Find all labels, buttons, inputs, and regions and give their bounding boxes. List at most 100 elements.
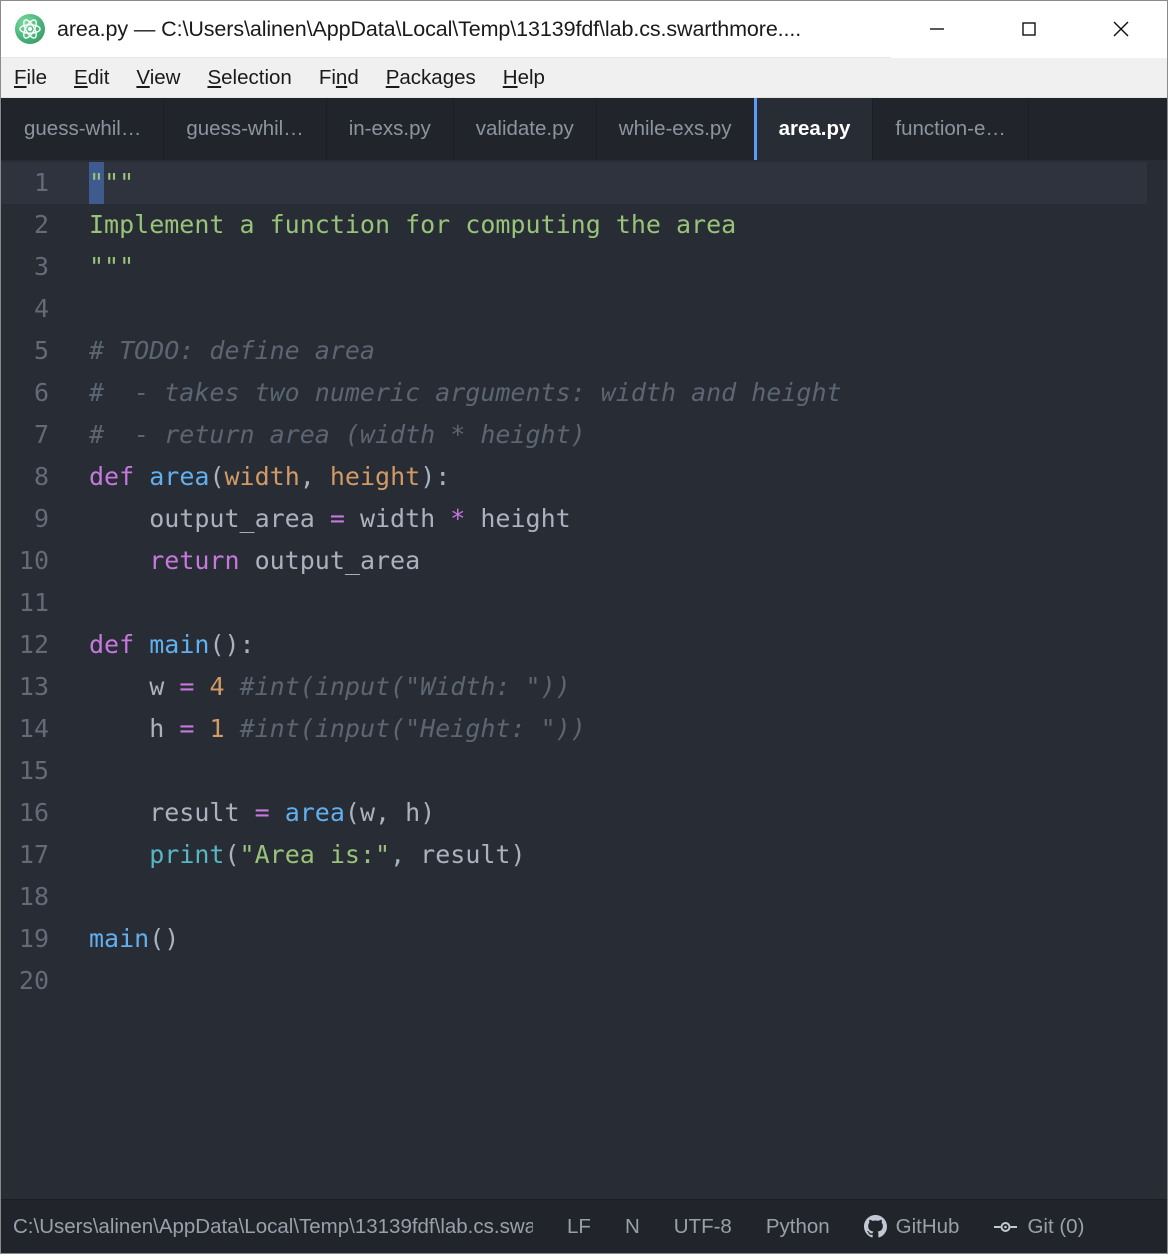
code-token: (w, h) [344, 798, 436, 827]
code-token: def [89, 462, 150, 491]
line-number: 13 [18, 672, 49, 701]
code-line-content[interactable]: # - takes two numeric arguments: width a… [65, 372, 1167, 414]
menu-item-edit[interactable]: Edit [74, 64, 122, 92]
code-token: = [329, 504, 345, 533]
editor-tab[interactable]: guess-whil… [1, 98, 165, 160]
code-line-content[interactable]: output_area = width * height [65, 498, 1167, 540]
code-token: result [89, 798, 255, 827]
editor-tab-active[interactable]: area.py [753, 98, 874, 160]
code-token: 4 [209, 672, 225, 701]
code-token: , result) [390, 840, 526, 869]
code-line-content[interactable]: def main(): [65, 624, 1167, 666]
code-line-content[interactable]: # TODO: define area [65, 330, 1167, 372]
maximize-button[interactable] [983, 0, 1075, 58]
editor-tab[interactable]: validate.py [453, 98, 597, 160]
code-line[interactable]: 9 output_area = width * height [1, 498, 1167, 540]
editor-tab-label: in-exs.py [348, 117, 431, 140]
close-button[interactable] [1075, 0, 1167, 58]
code-token: "" [104, 168, 135, 197]
status-indent[interactable]: N [625, 1215, 640, 1239]
code-line[interactable]: 6 # - takes two numeric arguments: width … [1, 372, 1167, 414]
code-line-content[interactable]: return output_area [65, 540, 1167, 582]
code-token: main [149, 630, 210, 659]
code-token: # TODO: define area [89, 336, 375, 365]
code-line[interactable]: 10 return output_area [1, 540, 1167, 582]
editor-tab-label: validate.py [475, 117, 574, 140]
code-token: # - takes two numeric arguments: width a… [89, 378, 842, 407]
menu-item-packages[interactable]: Packages [386, 64, 489, 92]
code-line-content[interactable]: Implement a function for computing the a… [65, 204, 1167, 246]
code-token: = [179, 714, 195, 743]
code-line[interactable]: 4 [1, 288, 1167, 330]
minimize-button[interactable] [891, 0, 983, 58]
line-number: 10 [18, 546, 49, 575]
code-lines[interactable]: 1 """ 2 Implement a function for computing … [1, 160, 1167, 1199]
menu-item-view[interactable]: View [136, 64, 193, 92]
status-grammar[interactable]: Python [766, 1215, 830, 1239]
code-line[interactable]: 12 def main(): [1, 624, 1167, 666]
code-token: * [450, 504, 466, 533]
code-token: , [299, 462, 330, 491]
status-git[interactable]: Git (0) [993, 1215, 1084, 1239]
code-line[interactable]: 11 [1, 582, 1167, 624]
code-token: width [224, 462, 300, 491]
code-line[interactable]: 16 result = area(w, h) [1, 792, 1167, 834]
editor-tab[interactable]: in-exs.py [326, 98, 454, 160]
editor-tab-label: guess-whil… [186, 117, 304, 140]
code-line-content[interactable]: """ [65, 162, 1167, 204]
menu-bar: File Edit View Selection Find Packages Help [1, 58, 1167, 98]
code-line-content[interactable]: def area(width, height): [65, 456, 1167, 498]
menu-item-help[interactable]: Help [503, 64, 558, 92]
code-editor[interactable]: 1 """ 2 Implement a function for computing … [1, 160, 1167, 1199]
editor-tab[interactable]: while-exs.py [596, 98, 755, 160]
code-token: print [149, 840, 225, 869]
code-line[interactable]: 15 [1, 750, 1167, 792]
code-line[interactable]: 13 w = 4 #int(input("Width: ")) [1, 666, 1167, 708]
status-github[interactable]: GitHub [863, 1215, 959, 1239]
status-file-path[interactable]: C:\Users\alinen\AppData\Local\Temp\13139… [13, 1215, 533, 1239]
code-line-content[interactable]: print("Area is:", result) [65, 834, 1167, 876]
line-number: 15 [18, 756, 49, 785]
code-token: def [89, 630, 150, 659]
code-token: w [89, 672, 180, 701]
line-number: 7 [33, 420, 49, 449]
status-git-label: Git (0) [1027, 1214, 1085, 1238]
code-line-content[interactable]: # - return area (width * height) [65, 414, 1167, 456]
code-line[interactable]: 2 Implement a function for computing the … [1, 204, 1167, 246]
code-token: = [254, 798, 270, 827]
line-number: 12 [18, 630, 49, 659]
code-line[interactable]: 14 h = 1 #int(input("Height: ")) [1, 708, 1167, 750]
code-line-content[interactable]: main() [65, 918, 1167, 960]
line-number: 17 [18, 840, 49, 869]
code-token: #int(input("Height: ")) [239, 714, 586, 743]
code-line[interactable]: 19 main() [1, 918, 1167, 960]
code-line[interactable]: 3 """ [1, 246, 1167, 288]
code-line[interactable]: 7 # - return area (width * height) [1, 414, 1167, 456]
code-line-content[interactable]: h = 1 #int(input("Height: ")) [65, 708, 1167, 750]
code-line[interactable]: 17 print("Area is:", result) [1, 834, 1167, 876]
code-line[interactable]: 8 def area(width, height): [1, 456, 1167, 498]
code-line[interactable]: 18 [1, 876, 1167, 918]
line-number: 20 [18, 966, 49, 995]
window-title: area.py — C:\Users\alinen\AppData\Local\… [57, 16, 802, 41]
editor-tab[interactable]: guess-whil… [164, 98, 327, 160]
code-line[interactable]: 5 # TODO: define area [1, 330, 1167, 372]
code-line-content[interactable]: result = area(w, h) [65, 792, 1167, 834]
code-token: = [179, 672, 195, 701]
editor-tab-label: guess-whil… [24, 117, 142, 140]
code-token: height [465, 504, 571, 533]
editor-tab-label: while-exs.py [618, 117, 732, 140]
editor-tab[interactable]: function-e… [873, 98, 1029, 160]
code-line[interactable]: 20 [1, 960, 1167, 1002]
code-line[interactable]: 1 """ [1, 162, 1167, 204]
menu-item-selection[interactable]: Selection [207, 64, 304, 92]
code-line-content[interactable]: w = 4 #int(input("Width: ")) [65, 666, 1167, 708]
menu-item-file[interactable]: File [14, 64, 60, 92]
line-number: 1 [33, 168, 49, 197]
code-line-content[interactable]: """ [65, 246, 1167, 288]
status-encoding[interactable]: UTF-8 [674, 1215, 732, 1239]
status-line-ending[interactable]: LF [567, 1215, 591, 1239]
menu-item-find[interactable]: Find [319, 64, 372, 92]
